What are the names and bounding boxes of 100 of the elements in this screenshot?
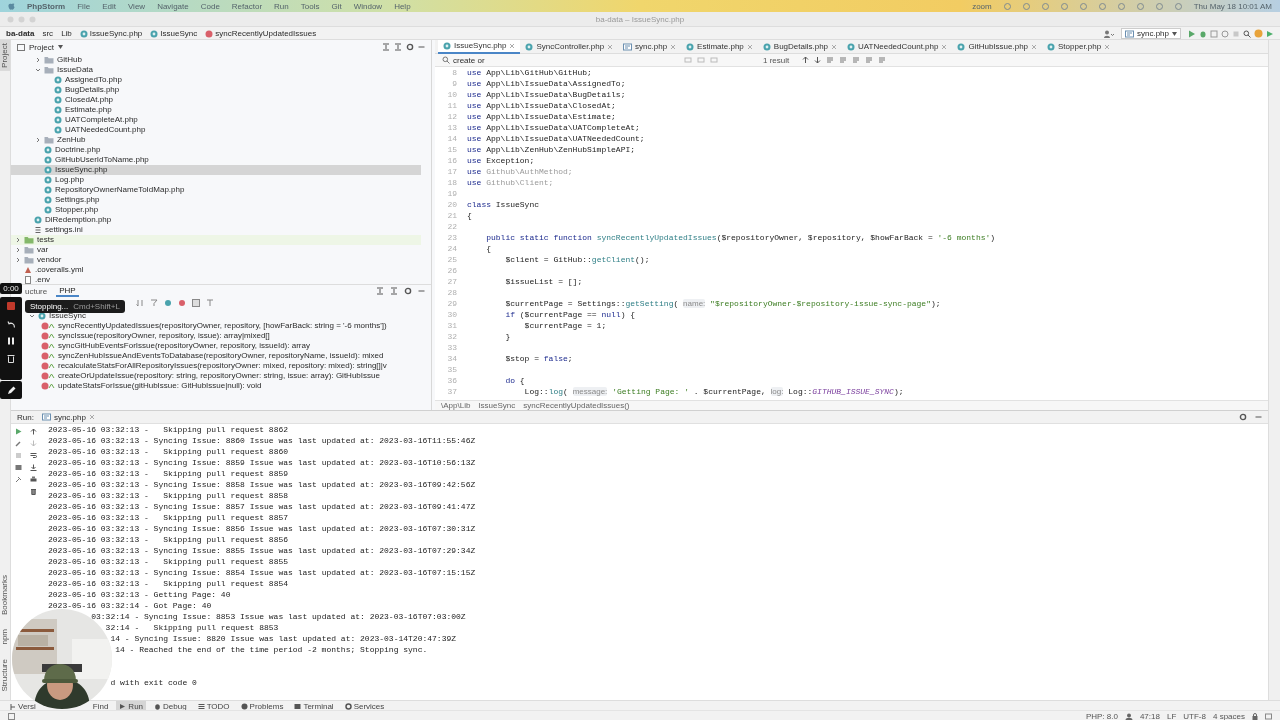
zoom-status[interactable]: zoom bbox=[972, 1, 992, 11]
status-item[interactable]: LF bbox=[1166, 711, 1177, 720]
collapse-all-icon[interactable] bbox=[382, 43, 390, 51]
status-icon[interactable] bbox=[1003, 2, 1011, 10]
tree-item[interactable]: recalculateStatsForAllRepositoryIssues(repositoryOwner: mixed, repository: mixed): string[]|v bbox=[23, 361, 428, 371]
status-icon[interactable] bbox=[1117, 2, 1125, 10]
menu-item[interactable]: Code bbox=[200, 1, 220, 11]
close-icon[interactable] bbox=[509, 42, 516, 49]
menu-item[interactable]: Tools bbox=[300, 1, 320, 11]
tree-item[interactable]: UATCompleteAt.php bbox=[11, 115, 421, 125]
tree-item[interactable]: Doctrine.php bbox=[11, 145, 421, 155]
expand-all-icon[interactable] bbox=[390, 287, 398, 295]
tree-item[interactable]: DiRedemption.php bbox=[11, 215, 421, 225]
circle-icon[interactable] bbox=[178, 298, 186, 307]
user-icon[interactable] bbox=[1103, 29, 1114, 38]
tool-window-button[interactable]: Versi bbox=[6, 701, 39, 711]
editor-tab[interactable]: Estimate.php bbox=[681, 39, 758, 54]
run-icon[interactable] bbox=[15, 428, 22, 435]
tool-window-tab[interactable]: Project bbox=[0, 40, 10, 71]
tree-item[interactable]: IssueSync.php bbox=[11, 165, 421, 175]
close-icon[interactable] bbox=[670, 43, 677, 50]
tool-window-tab[interactable]: Structure bbox=[0, 655, 10, 694]
breadcrumb[interactable]: ba-data bbox=[6, 29, 35, 38]
editor-tab[interactable]: Stopper.php bbox=[1042, 39, 1116, 54]
run-tab[interactable]: sync.php bbox=[41, 412, 95, 422]
chevron-down-icon[interactable] bbox=[35, 67, 41, 73]
status-icon[interactable] bbox=[1136, 2, 1144, 10]
update-icon[interactable] bbox=[1254, 29, 1263, 38]
panel-title[interactable]: Project bbox=[29, 42, 54, 52]
apple-icon[interactable] bbox=[8, 2, 15, 10]
caret-icon[interactable] bbox=[57, 45, 63, 49]
chevron-right-icon[interactable] bbox=[35, 137, 41, 143]
status-icon[interactable] bbox=[1022, 2, 1030, 10]
lock-icon[interactable] bbox=[1252, 712, 1258, 720]
breadcrumb[interactable]: IssueSync bbox=[150, 29, 198, 38]
memory-icon[interactable] bbox=[1265, 712, 1272, 720]
editor-tab[interactable]: BugDetails.php bbox=[757, 39, 843, 54]
tree-item[interactable]: createOrUpdateIssue(repository: string, repositoryOwner: string, issue: array): GitHubIssue bbox=[23, 371, 428, 381]
tool-window-tab[interactable]: npm bbox=[0, 625, 10, 648]
menu-item[interactable]: Help bbox=[394, 1, 411, 11]
tree-item[interactable]: settings.ini bbox=[11, 225, 421, 235]
search-icon[interactable] bbox=[1243, 29, 1251, 38]
breadcrumb[interactable]: IssueSync bbox=[478, 401, 516, 410]
tool-window-button[interactable]: Find bbox=[89, 701, 112, 711]
menu-item[interactable]: Window bbox=[353, 1, 383, 11]
run-configuration-dropdown[interactable]: sync.php bbox=[1120, 28, 1181, 39]
tree-item[interactable]: ZenHub bbox=[11, 135, 421, 145]
tree-item[interactable]: AssignedTo.php bbox=[11, 75, 421, 85]
status-item[interactable]: 4 spaces bbox=[1212, 711, 1245, 720]
breadcrumb[interactable]: syncRecentlyUpdatedIssues() bbox=[523, 401, 630, 410]
close-icon[interactable] bbox=[941, 43, 948, 50]
close-icon[interactable] bbox=[607, 43, 614, 50]
tool-window-tab[interactable]: Bookmarks bbox=[0, 571, 10, 618]
tool-window-button[interactable]: Terminal bbox=[291, 701, 337, 711]
menu-item[interactable]: File bbox=[77, 1, 91, 11]
status-item[interactable]: UTF-8 bbox=[1183, 711, 1206, 720]
status-icon[interactable] bbox=[1060, 2, 1068, 10]
tree-item[interactable]: BugDetails.php bbox=[11, 85, 421, 95]
tree-item[interactable]: syncZenHubIssueAndEventsToDatabase(repositoryOwner, repositoryName, issueId): mixed bbox=[23, 351, 428, 361]
circle-icon[interactable] bbox=[164, 298, 172, 307]
expand-all-icon[interactable] bbox=[394, 43, 402, 51]
sort-icon[interactable] bbox=[136, 298, 144, 307]
status-icon[interactable] bbox=[1098, 2, 1106, 10]
chevron-down-icon[interactable] bbox=[29, 313, 35, 319]
stop-icon[interactable] bbox=[6, 301, 16, 311]
app-menu[interactable]: PhpStorm bbox=[27, 1, 66, 11]
close-icon[interactable] bbox=[1031, 43, 1038, 50]
tree-item[interactable]: IssueData bbox=[11, 65, 421, 75]
menu-item[interactable]: Navigate bbox=[157, 1, 189, 11]
chevron-right-icon[interactable] bbox=[35, 57, 41, 63]
editor-tab[interactable]: UATNeededCount.php bbox=[842, 39, 953, 54]
breadcrumb[interactable]: syncRecentlyUpdatedIssues bbox=[205, 29, 317, 38]
print-icon[interactable] bbox=[30, 476, 37, 483]
arrow-up-icon[interactable] bbox=[802, 56, 810, 64]
tool-window-button[interactable]: Services bbox=[341, 701, 388, 711]
arrow-down-icon[interactable] bbox=[814, 56, 822, 64]
status-icon[interactable] bbox=[1155, 2, 1163, 10]
clock[interactable]: Thu May 18 10:01 AM bbox=[1193, 1, 1272, 11]
tree-item[interactable]: Estimate.php bbox=[11, 105, 421, 115]
tree-item[interactable]: Stopper.php bbox=[11, 205, 421, 215]
people-icon[interactable] bbox=[1124, 712, 1133, 720]
scroll-end-icon[interactable] bbox=[30, 464, 37, 471]
panel-icon[interactable] bbox=[8, 712, 15, 720]
trash-icon[interactable] bbox=[30, 488, 37, 495]
arrow-up-icon[interactable] bbox=[30, 428, 37, 435]
menu-item[interactable]: View bbox=[127, 1, 146, 11]
undo-icon[interactable] bbox=[6, 320, 16, 328]
tree-item[interactable]: syncGitHubEventsForIssue(repositoryOwner, repository, issueId): array bbox=[23, 341, 428, 351]
tree-item[interactable]: GitHubUserIdToName.php bbox=[11, 155, 421, 165]
tree-item[interactable]: Settings.php bbox=[11, 195, 421, 205]
breadcrumb[interactable]: IssueSync.php bbox=[79, 29, 143, 38]
tree-item[interactable]: UATNeededCount.php bbox=[11, 125, 421, 135]
status-item[interactable]: 47:18 bbox=[1139, 711, 1160, 720]
settings-icon[interactable] bbox=[1239, 413, 1247, 421]
close-icon[interactable] bbox=[831, 43, 838, 50]
tree-item[interactable]: var bbox=[11, 245, 421, 255]
tree-item[interactable]: syncRecentlyUpdatedIssues(repositoryOwner, repository, [howFarBack: string = '-6 months']) bbox=[23, 321, 428, 331]
status-item[interactable]: PHP: 8.0 bbox=[1085, 711, 1118, 720]
soft-wrap-icon[interactable] bbox=[30, 452, 37, 459]
collapse-all-icon[interactable] bbox=[376, 287, 384, 295]
